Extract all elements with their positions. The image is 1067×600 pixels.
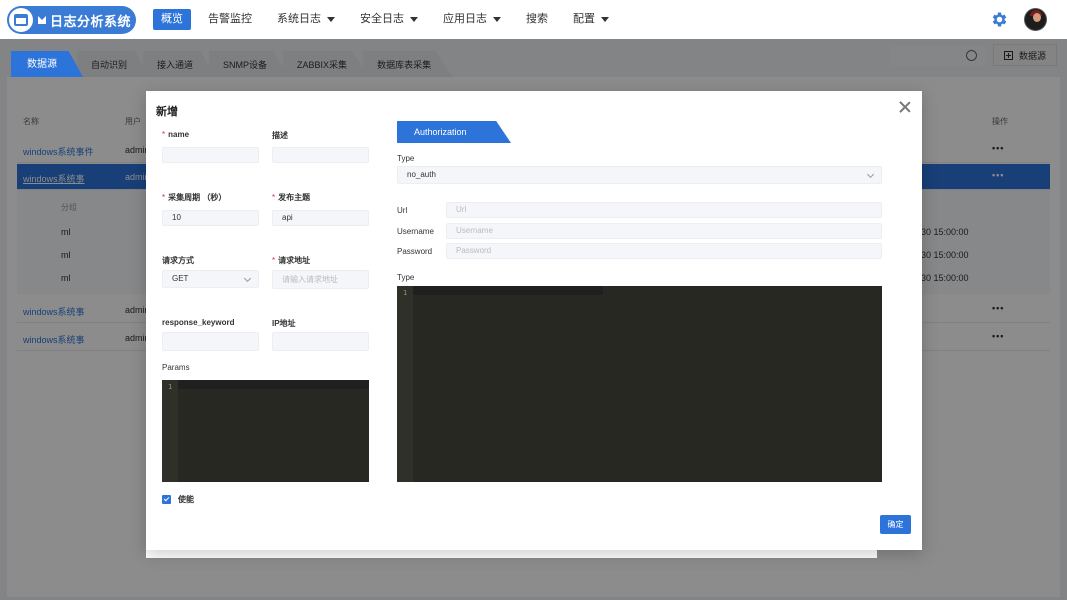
auth-username-input[interactable]: Username [446, 223, 882, 239]
body-editor[interactable]: 1 [397, 286, 882, 482]
logo-icon [9, 8, 33, 32]
top-header: 日志分析系统 概览 告警监控 系统日志 安全日志 应用日志 搜索 配置 [0, 0, 1067, 39]
nav-overview[interactable]: 概览 [153, 9, 191, 30]
url-input[interactable]: 请输入请求地址 [272, 270, 369, 289]
method-select[interactable]: GET [162, 270, 259, 288]
auth-type-label: Type [397, 154, 415, 163]
caret-down-icon [493, 17, 501, 22]
nav-config[interactable]: 配置 [565, 9, 617, 30]
enable-checkbox[interactable] [162, 495, 171, 504]
nav-security-logs[interactable]: 安全日志 [352, 9, 426, 30]
params-editor[interactable]: 1 [162, 380, 369, 482]
dialog-title: 新增 [156, 106, 178, 118]
params-label: Params [162, 363, 190, 372]
method-label: 请求方式 [162, 256, 194, 265]
topic-label: * 发布主题 [272, 193, 311, 202]
url-label: * 请求地址 [272, 256, 311, 265]
name-label: * name [162, 130, 190, 139]
auth-url-input[interactable]: Url [446, 202, 882, 218]
chart-icon [38, 16, 46, 24]
auth-username-label: Username [397, 227, 434, 236]
auth-password-label: Password [397, 247, 433, 256]
nav-alerts[interactable]: 告警监控 [200, 9, 260, 30]
caret-down-icon [327, 17, 335, 22]
desc-input[interactable] [272, 147, 369, 163]
caret-down-icon [601, 17, 609, 22]
keyword-input[interactable] [162, 332, 259, 351]
app-title: 日志分析系统 [50, 13, 132, 29]
line-number: 1 [168, 383, 173, 391]
app-logo[interactable]: 日志分析系统 [7, 6, 136, 34]
auth-url-label: Url [397, 206, 408, 215]
close-icon[interactable] [899, 101, 911, 113]
caret-down-icon [410, 17, 418, 22]
ip-input[interactable] [272, 332, 369, 351]
period-input[interactable]: 10 [162, 210, 259, 226]
main-nav: 概览 告警监控 系统日志 安全日志 应用日志 搜索 配置 [153, 9, 626, 30]
gear-icon[interactable] [990, 10, 1009, 29]
modal-footer-extension [146, 549, 877, 558]
chevron-down-icon [866, 170, 875, 179]
line-number: 1 [403, 289, 408, 297]
confirm-button[interactable]: 确定 [880, 515, 911, 534]
body-type-label: Type [397, 273, 415, 282]
period-label: * 采集周期 （秒） [162, 193, 227, 202]
user-avatar[interactable] [1024, 8, 1047, 31]
chevron-down-icon [243, 274, 252, 283]
add-dialog: 新增 * name 描述 * 采集周期 （秒） 10 * 发布主题 api 请求方式 … [146, 91, 922, 550]
nav-system-logs[interactable]: 系统日志 [269, 9, 343, 30]
ip-label: IP地址 [272, 319, 296, 328]
auth-type-select[interactable]: no_auth [397, 166, 882, 184]
keyword-label: response_keyword [162, 318, 235, 327]
nav-search[interactable]: 搜索 [518, 9, 556, 30]
enable-label: 使能 [178, 495, 194, 504]
desc-label: 描述 [272, 131, 288, 140]
nav-app-logs[interactable]: 应用日志 [435, 9, 509, 30]
auth-password-input[interactable]: Password [446, 243, 882, 259]
topic-input[interactable]: api [272, 210, 369, 226]
tab-authorization[interactable]: Authorization [397, 121, 511, 143]
name-input[interactable] [162, 147, 259, 163]
